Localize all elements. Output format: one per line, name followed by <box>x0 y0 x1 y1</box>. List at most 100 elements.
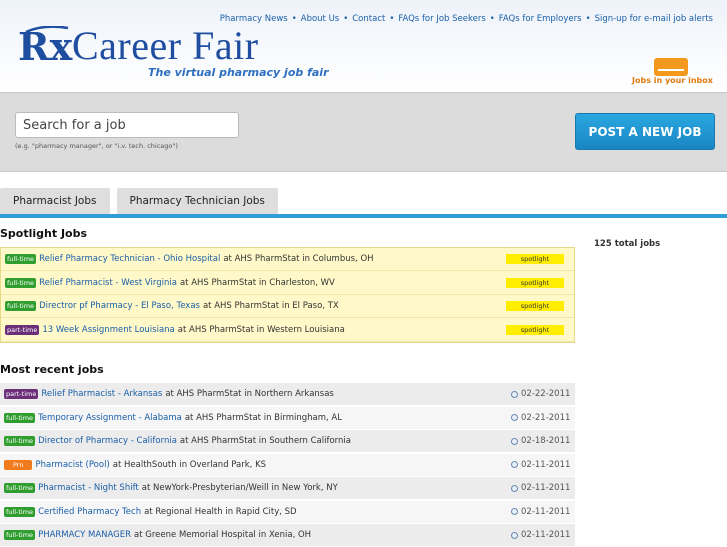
word-in: in <box>258 277 270 288</box>
job-location: Western Louisiana <box>267 324 345 335</box>
job-title-link[interactable]: Directror pf Pharmacy - El Paso, Texas <box>39 301 200 311</box>
word-in: in <box>179 459 190 470</box>
job-type-badge: Prn <box>4 459 33 470</box>
word-at: at <box>179 436 192 446</box>
tab-technician-jobs[interactable]: Pharmacy Technician Jobs <box>116 188 278 214</box>
job-title-link[interactable]: PHARMACY MANAGER <box>38 530 131 540</box>
word-at: at <box>134 530 146 540</box>
job-title-link[interactable]: Director of Pharmacy - California <box>38 436 177 446</box>
job-location: Overland Park, KS <box>189 459 267 470</box>
post-date: 02-11-2011 <box>511 483 570 493</box>
word-at: at <box>141 483 153 493</box>
rx-logo-icon: Rx <box>18 24 73 69</box>
top-navigation: Pharmacy News • About Us • Contact • FAQs for … <box>220 14 713 24</box>
company-name: Regional Health <box>155 506 226 517</box>
job-location: Columbus, OH <box>312 254 374 264</box>
word-at: at <box>144 506 156 517</box>
nav-link[interactable]: FAQs for Employers <box>499 14 582 24</box>
job-type-badge: part-time <box>4 389 39 399</box>
post-date: 02-11-2011 <box>511 507 570 517</box>
job-title-link[interactable]: Relief Pharmacy Technician - Ohio Hospit… <box>39 254 220 264</box>
job-row: part-time Relief Pharmacist - Arkansas at … <box>0 383 575 406</box>
post-date: 02-18-2011 <box>511 436 570 446</box>
job-title-link[interactable]: Relief Pharmacist - West Virginia <box>39 278 177 288</box>
word-in: in <box>258 530 269 540</box>
spotlight-row: full-time Relief Pharmacy Technician - Oh… <box>1 248 574 271</box>
job-type-badge: full-time <box>4 506 36 517</box>
job-location: Southern California <box>269 436 351 446</box>
nav-link[interactable]: Pharmacy News <box>220 14 288 24</box>
job-title-link[interactable]: Pharmacist - Night Shift <box>38 483 139 493</box>
post-date: 02-11-2011 <box>511 530 570 540</box>
company-name: AHS PharmStat <box>189 324 257 335</box>
job-type-badge: part-time <box>5 324 40 335</box>
job-tabs: Pharmacist Jobs Pharmacy Technician Jobs <box>0 188 285 214</box>
post-date: 02-11-2011 <box>511 460 570 470</box>
job-row: full-time Certified Pharmacy Tech at Regio… <box>0 500 575 524</box>
word-at: at <box>179 277 192 288</box>
job-title-link[interactable]: Certified Pharmacy Tech <box>38 507 141 517</box>
job-row: full-time Director of Pharmacy - Californ… <box>0 430 575 453</box>
word-at: at <box>112 459 125 470</box>
inbox-label: Jobs in your inbox <box>632 76 713 85</box>
spotlight-tag: spotlight <box>506 254 564 264</box>
site-logo[interactable]: Rx Career Fair <box>18 26 259 66</box>
post-date: 02-21-2011 <box>511 413 570 423</box>
job-type-badge: full-time <box>4 530 36 540</box>
tagline: The virtual pharmacy job fair <box>148 66 329 79</box>
nav-separator: • <box>489 14 495 24</box>
job-location: New York, NY <box>281 483 338 493</box>
clock-icon <box>511 414 518 421</box>
word-at: at <box>223 254 235 264</box>
company-name: AHS PharmStat <box>191 277 259 288</box>
clock-icon <box>511 461 518 468</box>
word-in: in <box>225 506 236 517</box>
nav-link[interactable]: Sign-up for e-mail job alerts <box>595 14 713 24</box>
nav-link[interactable]: Contact <box>352 14 385 24</box>
date-text: 02-11-2011 <box>521 483 571 493</box>
nav-link[interactable]: FAQs for Job Seekers <box>398 14 485 24</box>
word-in: in <box>302 254 313 264</box>
clock-icon <box>511 437 518 445</box>
job-location: Xenia, OH <box>268 530 312 540</box>
company-name: AHS PharmStat <box>176 389 245 399</box>
jobs-inbox-link[interactable]: Jobs in your inbox <box>632 58 714 88</box>
clock-icon <box>511 390 518 398</box>
nav-separator: • <box>585 14 591 24</box>
job-title-link[interactable]: 13 Week Assignment Louisiana <box>42 325 174 335</box>
job-row: Prn Pharmacist (Pool) at HealthSouth in Ov… <box>0 453 575 477</box>
job-title-link[interactable]: Temporary Assignment - Alabama <box>38 413 182 423</box>
company-name: AHS PharmStat <box>191 436 259 446</box>
company-name: AHS PharmStat <box>214 301 282 311</box>
site-header: Rx Career Fair The virtual pharmacy job … <box>0 0 727 92</box>
nav-link[interactable]: About Us <box>301 14 339 24</box>
spotlight-row: part-time 13 Week Assignment Louisiana at … <box>1 319 574 342</box>
search-hint: (e.g. "pharmacy manager", or "i.v. tech.… <box>15 142 178 150</box>
job-type-badge: full-time <box>5 254 37 264</box>
job-row: full-time Temporary Assignment - Alabama a… <box>0 406 575 430</box>
nav-separator: • <box>291 14 297 24</box>
tab-pharmacist-jobs[interactable]: Pharmacist Jobs <box>0 188 110 214</box>
search-input[interactable] <box>15 112 239 138</box>
company-name: NewYork-Presbyterian/Weill <box>153 483 272 493</box>
word-in: in <box>271 483 282 493</box>
clock-icon <box>511 508 518 515</box>
spotlight-tag: spotlight <box>506 324 564 335</box>
company-name: AHS PharmStat <box>234 254 303 264</box>
date-text: 02-21-2011 <box>521 412 571 423</box>
word-in: in <box>244 389 255 399</box>
spotlight-tag: spotlight <box>506 301 564 311</box>
date-text: 02-11-2011 <box>521 459 571 470</box>
job-type-badge: full-time <box>4 412 36 423</box>
spotlight-tag: spotlight <box>506 277 564 288</box>
job-location: Rapid City, SD <box>235 506 297 517</box>
word-in: in <box>263 412 275 423</box>
envelope-icon <box>654 58 688 76</box>
word-at: at <box>202 301 215 311</box>
job-title-link[interactable]: Relief Pharmacist - Arkansas <box>41 389 162 399</box>
spotlight-title: Spotlight Jobs <box>0 227 88 240</box>
job-title-link[interactable]: Pharmacist (Pool) <box>35 460 109 470</box>
job-location: Charleston, WV <box>269 277 335 288</box>
spotlight-row: full-time Directror pf Pharmacy - El Paso… <box>1 295 574 318</box>
post-job-button[interactable]: POST A NEW JOB <box>575 113 715 150</box>
